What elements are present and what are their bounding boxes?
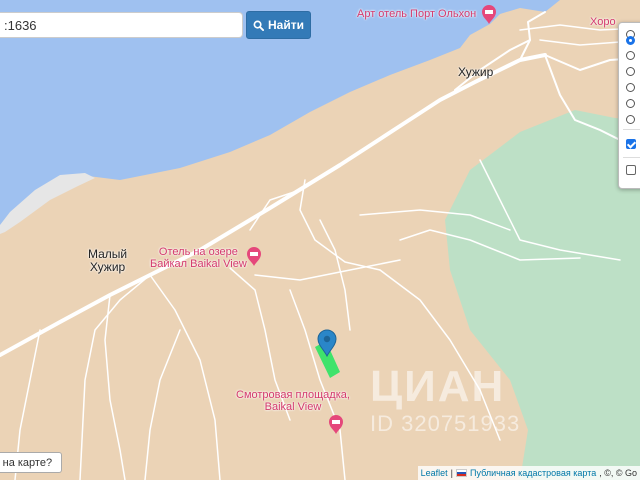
poi-label-art-hotel[interactable]: Арт отель Порт Ольхон: [357, 8, 476, 20]
leaflet-link[interactable]: Leaflet: [421, 468, 448, 478]
kadastr-link[interactable]: Публичная кадастровая карта: [470, 468, 596, 478]
attribution-separator: |: [450, 468, 454, 478]
poi-label-partial[interactable]: Хоро: [590, 16, 616, 28]
layer-divider: [623, 129, 640, 130]
report-error-button[interactable]: м на карте?: [0, 452, 62, 473]
search-button[interactable]: Найти: [246, 11, 311, 39]
report-error-label: м на карте?: [0, 456, 53, 469]
layer-radio[interactable]: [626, 99, 635, 108]
town-label-maly-khuzhir: Малый Хужир: [88, 247, 128, 274]
map-attribution: Leaflet | Публичная кадастровая карта , …: [417, 466, 640, 480]
poi-label-viewpoint[interactable]: Смотровая площадка, Baikal View: [236, 389, 350, 413]
layer-radio[interactable]: [626, 83, 635, 92]
russia-flag-icon: [456, 469, 468, 477]
layer-radio-selected[interactable]: [626, 36, 635, 45]
layer-radio[interactable]: [626, 51, 635, 60]
search-input[interactable]: [0, 13, 242, 37]
search-icon: [253, 20, 264, 31]
layer-switcher[interactable]: [618, 22, 640, 189]
poi-label-hotel-baikal-view[interactable]: Отель на озере Байкал Baikal View: [150, 246, 247, 270]
overlay-checkbox-checked[interactable]: [626, 139, 636, 149]
layer-radio[interactable]: [626, 67, 635, 76]
search-box[interactable]: [0, 12, 243, 38]
layer-radio[interactable]: [626, 115, 635, 124]
attribution-rest: , ©, © Go: [599, 468, 637, 478]
search-button-label: Найти: [268, 18, 304, 32]
layer-divider: [623, 157, 640, 158]
town-label-khuzhir: Хужир: [458, 65, 494, 79]
overlay-checkbox[interactable]: [626, 165, 636, 175]
